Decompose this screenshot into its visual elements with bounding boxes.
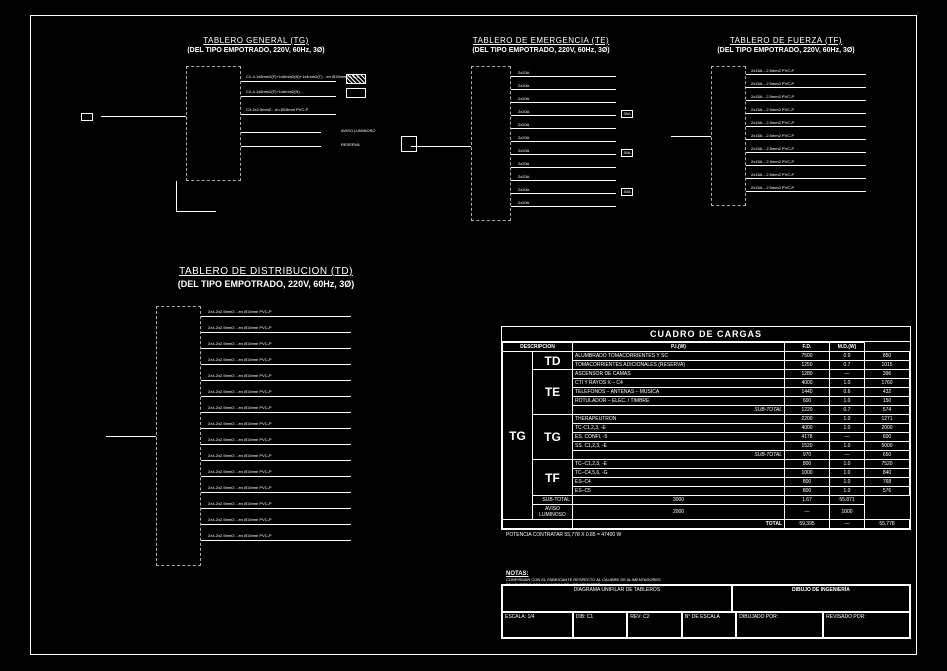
panel-tg: TABLERO GENERAL (TG) (DEL TIPO EMPOTRADO… bbox=[131, 36, 381, 54]
cuadro-de-cargas: CUADRO DE CARGAS DESCRIPCION P.I.(W) F.D… bbox=[501, 326, 911, 530]
table-row: TGTDALUMBRADO TOMACORRIENTES Y SC75000.9… bbox=[503, 352, 910, 361]
title-block: DIAGRAMA UNIFILAR DE TABLEROS DIBUJO DE … bbox=[501, 584, 911, 639]
legend-open bbox=[346, 88, 366, 98]
te-box bbox=[471, 66, 511, 221]
tf-box bbox=[711, 66, 746, 206]
tg-box bbox=[186, 66, 241, 181]
panel-te: TABLERO DE EMERGENCIA (TE) (DEL TIPO EMP… bbox=[426, 36, 656, 54]
tf-sub: (DEL TIPO EMPOTRADO, 220V, 60Hz, 3Ø) bbox=[681, 47, 891, 54]
td-sub: (DEL TIPO EMPOTRADO, 220V, 60Hz, 3Ø) bbox=[116, 279, 416, 289]
tg-sub: (DEL TIPO EMPOTRADO, 220V, 60Hz, 3Ø) bbox=[131, 47, 381, 54]
panel-tf: TABLERO DE FUERZA (TF) (DEL TIPO EMPOTRA… bbox=[681, 36, 891, 54]
drawing-frame: TABLERO GENERAL (TG) (DEL TIPO EMPOTRADO… bbox=[30, 15, 917, 655]
tg-title: TABLERO GENERAL (TG) bbox=[131, 36, 381, 45]
table-row: TFTC–C1,2,3, -E8001.07520 bbox=[503, 460, 910, 469]
table-title: CUADRO DE CARGAS bbox=[502, 327, 910, 342]
te-title: TABLERO DE EMERGENCIA (TE) bbox=[426, 36, 656, 45]
panel-td: TABLERO DE DISTRIBUCION (TD) (DEL TIPO E… bbox=[116, 266, 416, 289]
legend-hatch bbox=[346, 74, 366, 84]
td-box bbox=[156, 306, 201, 566]
table-row: TGTHERAPEUTRON22001.01271 bbox=[503, 415, 910, 424]
tf-title: TABLERO DE FUERZA (TF) bbox=[681, 36, 891, 45]
load-table: DESCRIPCION P.I.(W) F.D. M.D.(W) TGTDALU… bbox=[502, 342, 910, 529]
meter-box bbox=[81, 113, 93, 121]
te-sub: (DEL TIPO EMPOTRADO, 220V, 60Hz, 3Ø) bbox=[426, 47, 656, 54]
td-title: TABLERO DE DISTRIBUCION (TD) bbox=[116, 266, 416, 277]
table-footer: POTENCIA CONTRATAR 55,778 X 0.85 = 47400… bbox=[506, 532, 621, 538]
table-row: TEASCENSOR DE CAMAS1280—396 bbox=[503, 370, 910, 379]
